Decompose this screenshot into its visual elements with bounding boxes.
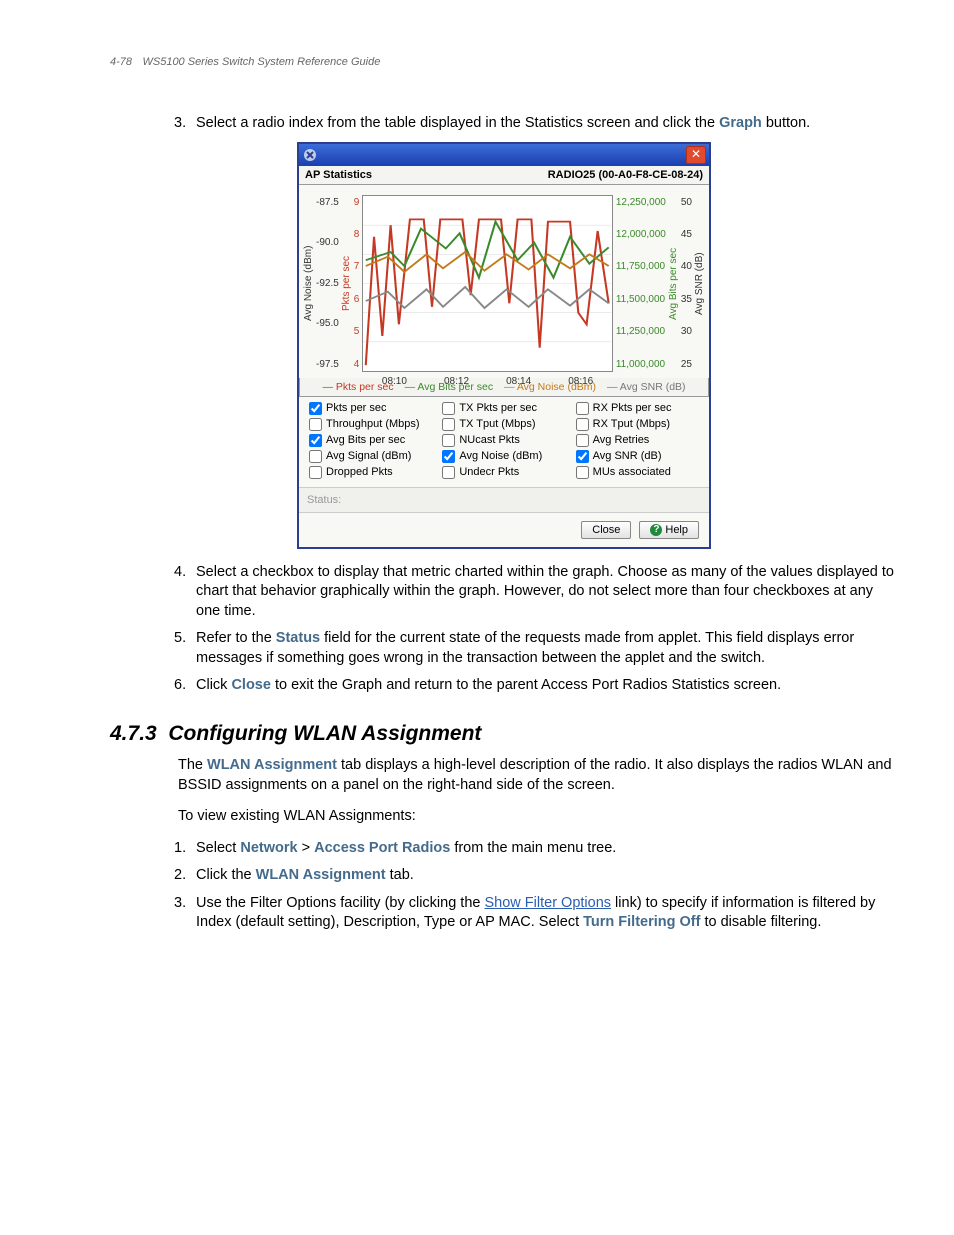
checkbox-label: Avg Signal (dBm) [326, 450, 411, 462]
close-keyword: Close [231, 677, 271, 693]
show-filter-options-link[interactable]: Show Filter Options [485, 895, 612, 911]
metric-checkbox-tx-tput-mbps-[interactable]: TX Tput (Mbps) [442, 418, 565, 431]
checkbox-label: Dropped Pkts [326, 466, 393, 478]
checkbox-input[interactable] [576, 402, 589, 415]
access-port-radios-keyword: Access Port Radios [314, 840, 450, 856]
status-field: Status: [299, 488, 709, 513]
metric-checkbox-mus-associated[interactable]: MUs associated [576, 466, 699, 479]
doc-title: WS5100 Series Switch System Reference Gu… [142, 56, 380, 68]
wlan-step-2: Click the WLAN Assignment tab. [178, 866, 898, 886]
metric-checkbox-avg-noise-dbm-[interactable]: Avg Noise (dBm) [442, 450, 565, 463]
checkbox-label: Avg SNR (dB) [593, 450, 662, 462]
y1-axis-label: Avg Noise (dBm) [303, 191, 314, 376]
wlan-assignment-keyword: WLAN Assignment [207, 757, 337, 773]
status-keyword: Status [276, 630, 320, 646]
step-5: Refer to the Status field for the curren… [178, 629, 898, 668]
section-number: 4.7.3 [110, 722, 157, 745]
x-ticks: 08:10 08:12 08:14 08:16 [363, 376, 611, 387]
wlan-para-1: The WLAN Assignment tab displays a high-… [178, 756, 898, 795]
y4-axis-label: Avg SNR (dB) [694, 191, 705, 376]
close-icon[interactable]: ✕ [686, 146, 706, 164]
checkbox-input[interactable] [309, 450, 322, 463]
page-number: 4-78 [110, 56, 132, 68]
help-button[interactable]: ?Help [639, 521, 699, 539]
metric-checkbox-pkts-per-sec[interactable]: Pkts per sec [309, 402, 432, 415]
y4-ticks: 50 45 40 35 30 25 [679, 191, 694, 376]
y2-ticks: 9 8 7 6 5 4 [352, 191, 362, 376]
window-button-row: Close ?Help [299, 513, 709, 547]
step-3: Select a radio index from the table disp… [178, 114, 898, 134]
section-title: Configuring WLAN Assignment [168, 722, 481, 745]
close-button[interactable]: Close [581, 521, 631, 539]
wlan-assignment-tab-keyword: WLAN Assignment [256, 867, 386, 883]
checkbox-label: Avg Retries [593, 434, 650, 446]
metric-checkbox-avg-bits-per-sec[interactable]: Avg Bits per sec [309, 434, 432, 447]
metric-checkbox-tx-pkts-per-sec[interactable]: TX Pkts per sec [442, 402, 565, 415]
graph-area: Avg Noise (dBm) -87.5 -90.0 -92.5 -95.0 … [299, 185, 709, 378]
y2-axis-label: Pkts per sec [341, 191, 352, 376]
y3-ticks: 12,250,000 12,000,000 11,750,000 11,500,… [614, 191, 668, 376]
checkbox-input[interactable] [309, 466, 322, 479]
ap-statistics-window: ✕ AP Statistics RADIO25 (00-A0-F8-CE-08-… [297, 142, 711, 549]
page-header: 4-78 WS5100 Series Switch System Referen… [110, 52, 898, 70]
checkbox-input[interactable] [442, 450, 455, 463]
metric-checkbox-rx-tput-mbps-[interactable]: RX Tput (Mbps) [576, 418, 699, 431]
section-heading: 4.7.3 Configuring WLAN Assignment [110, 722, 898, 746]
checkbox-label: TX Tput (Mbps) [459, 418, 535, 430]
step-3-text: Select a radio index from the table disp… [196, 115, 719, 131]
window-titlebar[interactable]: ✕ [299, 144, 709, 166]
metric-checkbox-throughput-mbps-[interactable]: Throughput (Mbps) [309, 418, 432, 431]
checkbox-label: MUs associated [593, 466, 671, 478]
checkbox-label: NUcast Pkts [459, 434, 520, 446]
checkbox-label: RX Pkts per sec [593, 402, 672, 414]
radio-id-label: RADIO25 (00-A0-F8-CE-08-24) [548, 169, 703, 181]
checkbox-input[interactable] [442, 418, 455, 431]
metric-checkbox-dropped-pkts[interactable]: Dropped Pkts [309, 466, 432, 479]
metric-checkbox-nucast-pkts[interactable]: NUcast Pkts [442, 434, 565, 447]
checkbox-input[interactable] [576, 418, 589, 431]
wlan-step-3: Use the Filter Options facility (by clic… [178, 894, 898, 933]
y3-axis-label: Avg Bits per sec [668, 191, 679, 376]
checkbox-input[interactable] [442, 434, 455, 447]
checkbox-label: Undecr Pkts [459, 466, 519, 478]
ap-statistics-label: AP Statistics [305, 169, 372, 181]
metric-checkbox-grid: Pkts per sec TX Pkts per sec RX Pkts per s… [299, 397, 709, 488]
chart-plot: 08:10 08:12 08:14 08:16 [362, 195, 612, 372]
metric-checkbox-undecr-pkts[interactable]: Undecr Pkts [442, 466, 565, 479]
step-6: Click Close to exit the Graph and return… [178, 676, 898, 696]
app-icon [302, 147, 318, 163]
checkbox-input[interactable] [576, 466, 589, 479]
checkbox-input[interactable] [442, 466, 455, 479]
wlan-para-2: To view existing WLAN Assignments: [178, 807, 898, 827]
graph-keyword: Graph [719, 115, 762, 131]
checkbox-label: TX Pkts per sec [459, 402, 537, 414]
checkbox-input[interactable] [309, 434, 322, 447]
checkbox-label: Avg Bits per sec [326, 434, 405, 446]
checkbox-input[interactable] [309, 418, 322, 431]
step-4: Select a checkbox to display that metric… [178, 563, 898, 622]
help-icon: ? [650, 524, 662, 536]
metric-checkbox-avg-retries[interactable]: Avg Retries [576, 434, 699, 447]
checkbox-label: RX Tput (Mbps) [593, 418, 670, 430]
checkbox-input[interactable] [576, 450, 589, 463]
checkbox-input[interactable] [442, 402, 455, 415]
wlan-step-1: Select Network > Access Port Radios from… [178, 839, 898, 859]
checkbox-input[interactable] [576, 434, 589, 447]
metric-checkbox-avg-signal-dbm-[interactable]: Avg Signal (dBm) [309, 450, 432, 463]
network-keyword: Network [240, 840, 297, 856]
metric-checkbox-avg-snr-db-[interactable]: Avg SNR (dB) [576, 450, 699, 463]
checkbox-label: Pkts per sec [326, 402, 387, 414]
turn-filtering-off-keyword: Turn Filtering Off [583, 914, 700, 930]
checkbox-label: Throughput (Mbps) [326, 418, 420, 430]
stats-header: AP Statistics RADIO25 (00-A0-F8-CE-08-24… [299, 166, 709, 185]
y1-ticks: -87.5 -90.0 -92.5 -95.0 -97.5 [314, 191, 341, 376]
checkbox-input[interactable] [309, 402, 322, 415]
checkbox-label: Avg Noise (dBm) [459, 450, 542, 462]
metric-checkbox-rx-pkts-per-sec[interactable]: RX Pkts per sec [576, 402, 699, 415]
